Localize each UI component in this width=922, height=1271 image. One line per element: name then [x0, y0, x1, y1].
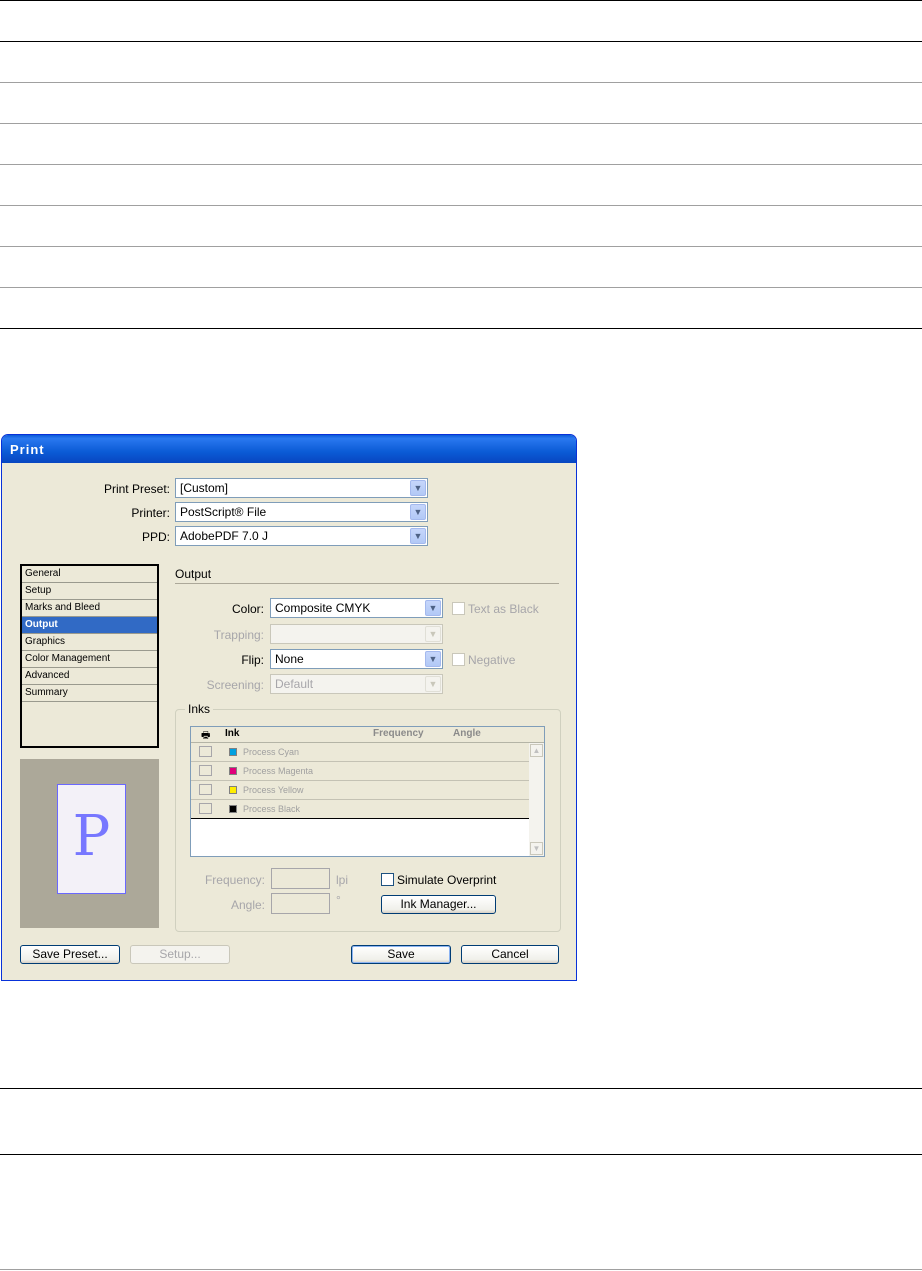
printer-select[interactable]: PostScript® File ▼ [175, 502, 428, 522]
inks-table: 🖶 Ink Frequency Angle Process Cyan Proce… [190, 726, 545, 857]
color-value: Composite CMYK [275, 601, 371, 615]
ppd-label: PPD: [141, 530, 170, 544]
angle-unit: ° [336, 893, 341, 907]
page-preview: P [20, 759, 159, 928]
flip-select[interactable]: None ▼ [270, 649, 443, 669]
ink-row[interactable]: Process Cyan [191, 743, 529, 762]
inks-table-header: 🖶 Ink Frequency Angle [191, 727, 544, 743]
save-button[interactable]: Save [351, 945, 451, 964]
angle-label: Angle: [230, 898, 265, 912]
save-preset-button[interactable]: Save Preset... [20, 945, 120, 964]
rule [0, 1088, 922, 1089]
ink-name: Process Black [243, 804, 301, 814]
print-preset-value: [Custom] [180, 481, 229, 495]
print-preset-select[interactable]: [Custom] ▼ [175, 478, 428, 498]
category-item-output[interactable]: Output [22, 617, 157, 634]
printer-icon[interactable] [199, 746, 212, 757]
print-preset-label: Print Preset: [103, 482, 170, 496]
swatch-icon [229, 767, 237, 775]
rule [0, 328, 922, 329]
frequency-column-header[interactable]: Frequency [373, 728, 424, 739]
top-rule [0, 0, 922, 1]
ink-row[interactable]: Process Magenta [191, 762, 529, 781]
screening-label: Screening: [206, 678, 264, 692]
printer-label: Printer: [131, 506, 170, 520]
bottom-rule [0, 1269, 922, 1270]
inks-group-title: Inks [185, 702, 214, 716]
frequency-field[interactable] [271, 868, 330, 889]
category-list: General Setup Marks and Bleed Output Gra… [20, 564, 159, 748]
chevron-down-icon[interactable]: ▼ [425, 626, 441, 642]
angle-column-header[interactable]: Angle [453, 728, 481, 739]
swatch-icon [229, 786, 237, 794]
simulate-overprint-checkbox[interactable] [381, 873, 394, 886]
simulate-overprint-label: Simulate Overprint [397, 873, 497, 887]
rule [0, 82, 922, 83]
ink-column-header[interactable]: Ink [225, 728, 239, 739]
setup-button[interactable]: Setup... [130, 945, 230, 964]
printer-icon[interactable] [199, 803, 212, 814]
text-as-black-checkbox[interactable] [452, 602, 465, 615]
frequency-unit: lpi [336, 873, 349, 887]
ink-name: Process Yellow [243, 785, 304, 795]
ink-name: Process Cyan [243, 747, 300, 757]
printer-icon[interactable] [199, 784, 212, 795]
ink-row[interactable]: Process Black [191, 800, 529, 819]
ink-row[interactable]: Process Yellow [191, 781, 529, 800]
rule [0, 287, 922, 288]
screening-select[interactable]: Default ▼ [270, 674, 443, 694]
category-item-general[interactable]: General [22, 566, 157, 583]
category-item-color-management[interactable]: Color Management [22, 651, 157, 668]
inks-scrollbar[interactable]: ▲ ▼ [529, 743, 544, 856]
category-item-advanced[interactable]: Advanced [22, 668, 157, 685]
category-item-graphics[interactable]: Graphics [22, 634, 157, 651]
rule [0, 205, 922, 206]
negative-checkbox[interactable] [452, 653, 465, 666]
category-item-summary[interactable]: Summary [22, 685, 157, 702]
rule [0, 164, 922, 165]
flip-label: Flip: [241, 653, 264, 667]
angle-field[interactable] [271, 893, 330, 914]
negative-label: Negative [468, 653, 516, 667]
color-select[interactable]: Composite CMYK ▼ [270, 598, 443, 618]
chevron-down-icon[interactable]: ▼ [410, 528, 426, 544]
trapping-label: Trapping: [213, 628, 264, 642]
cancel-button[interactable]: Cancel [461, 945, 559, 964]
frequency-label: Frequency: [204, 873, 265, 887]
rule [0, 41, 922, 42]
ink-manager-button[interactable]: Ink Manager... [381, 895, 496, 914]
chevron-down-icon[interactable]: ▼ [410, 480, 426, 496]
title-bar[interactable]: Print [2, 435, 576, 463]
trapping-select[interactable]: ▼ [270, 624, 443, 644]
dialog-title: Print [10, 442, 45, 457]
chevron-down-icon[interactable]: ▼ [425, 600, 441, 616]
category-item-marks-and-bleed[interactable]: Marks and Bleed [22, 600, 157, 617]
scroll-up-icon[interactable]: ▲ [530, 744, 543, 757]
color-label: Color: [231, 602, 264, 616]
section-divider [175, 583, 559, 584]
printer-value: PostScript® File [180, 505, 267, 519]
screening-value: Default [275, 677, 314, 691]
ink-name: Process Magenta [243, 766, 314, 776]
chevron-down-icon[interactable]: ▼ [425, 676, 441, 692]
category-item-setup[interactable]: Setup [22, 583, 157, 600]
swatch-icon [229, 748, 237, 756]
flip-value: None [275, 652, 304, 666]
rule [0, 1154, 922, 1155]
text-as-black-label: Text as Black [468, 602, 539, 616]
chevron-down-icon[interactable]: ▼ [425, 651, 441, 667]
rule [0, 123, 922, 124]
swatch-icon [229, 805, 237, 813]
rule [0, 246, 922, 247]
chevron-down-icon[interactable]: ▼ [410, 504, 426, 520]
ppd-select[interactable]: AdobePDF 7.0 J ▼ [175, 526, 428, 546]
printer-icon[interactable] [199, 765, 212, 776]
scroll-down-icon[interactable]: ▼ [530, 842, 543, 855]
preview-page: P [57, 784, 126, 894]
output-section-title: Output [175, 567, 212, 581]
print-dialog: Print Print Preset: [Custom] ▼ Printer: … [1, 434, 577, 981]
ppd-value: AdobePDF 7.0 J [180, 529, 269, 543]
